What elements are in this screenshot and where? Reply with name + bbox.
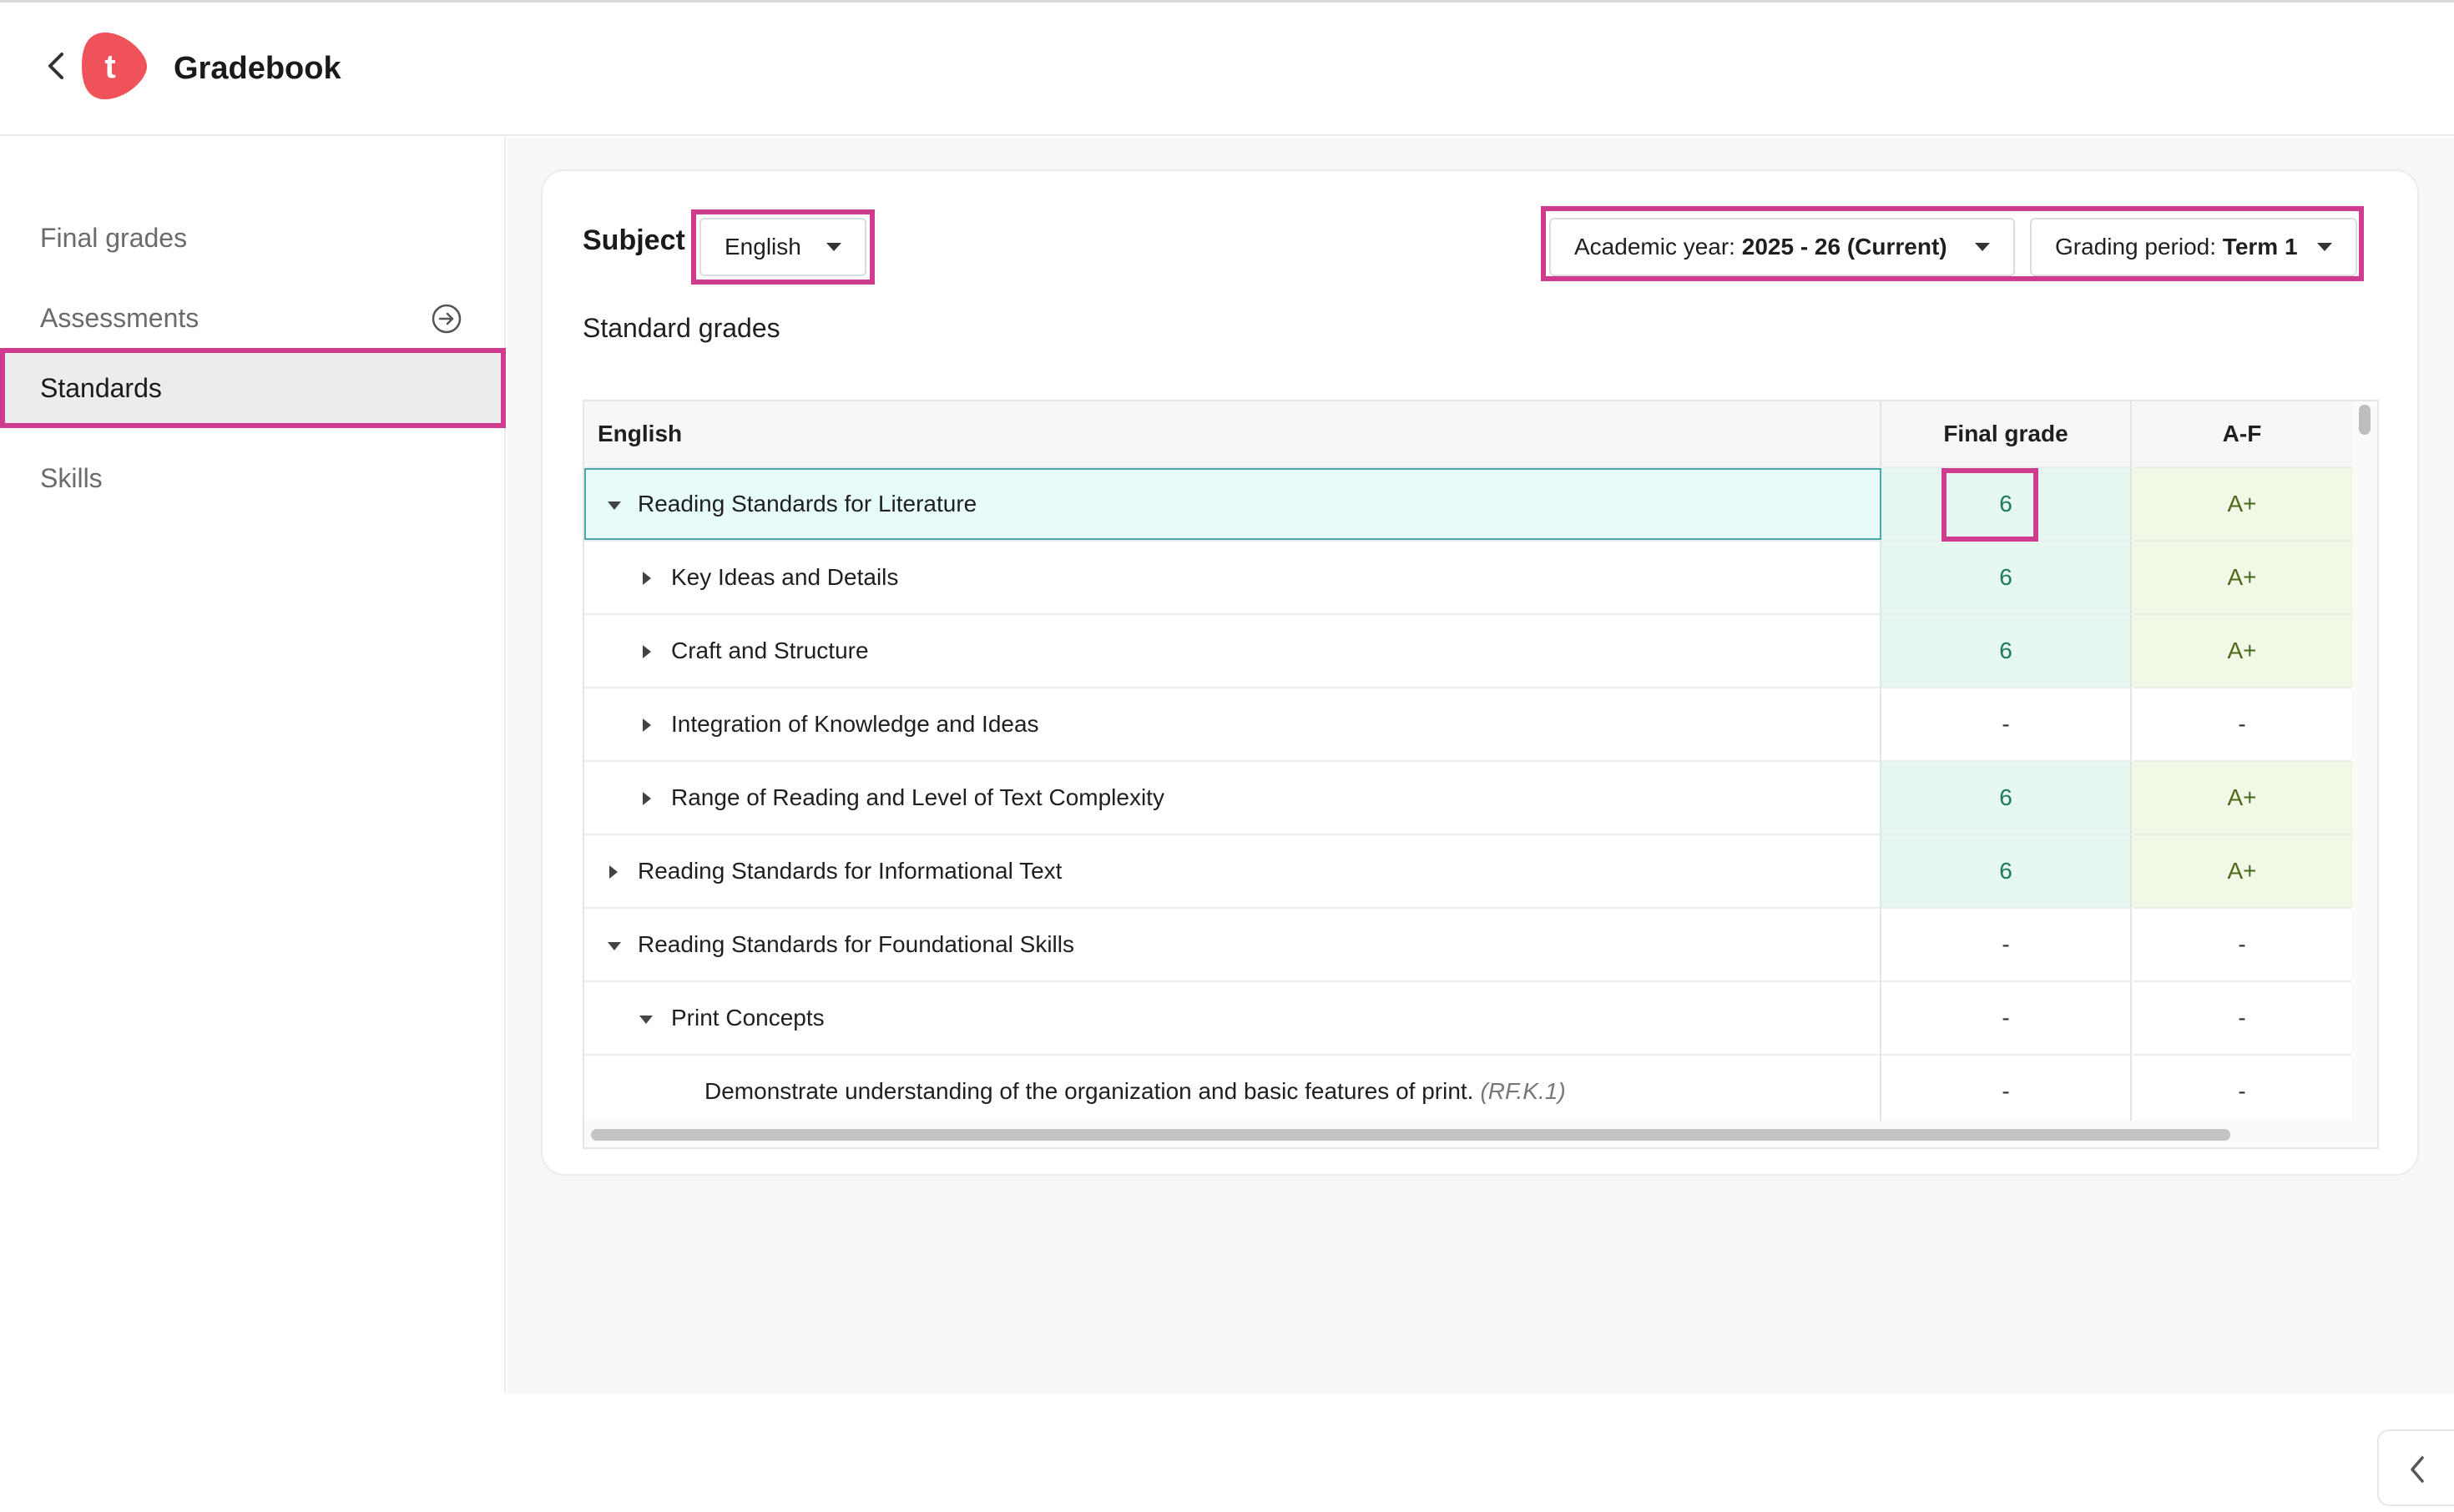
- row-name-cell[interactable]: Range of Reading and Level of Text Compl…: [584, 762, 1881, 834]
- final-grade-cell[interactable]: 6: [1881, 468, 2132, 540]
- row-name-cell[interactable]: Demonstrate understanding of the organiz…: [584, 1056, 1881, 1127]
- standards-table: English Final grade A-F Reading Standard…: [583, 400, 2379, 1149]
- vertical-scrollbar[interactable]: [2352, 401, 2377, 1147]
- column-header-af[interactable]: A-F: [2132, 401, 2352, 466]
- final-grade-cell[interactable]: 6: [1881, 835, 2132, 907]
- af-grade-cell[interactable]: -: [2132, 909, 2352, 980]
- row-name-cell[interactable]: Print Concepts: [584, 982, 1881, 1054]
- caret-down-icon[interactable]: [608, 501, 621, 510]
- row-label: Key Ideas and Details: [671, 564, 899, 590]
- column-header-english[interactable]: English: [584, 401, 1881, 466]
- row-name-cell[interactable]: Reading Standards for Foundational Skill…: [584, 909, 1881, 980]
- grading-period-label: Grading period:: [2055, 234, 2217, 260]
- af-grade-cell[interactable]: A+: [2132, 468, 2352, 540]
- af-grade-cell[interactable]: -: [2132, 688, 2352, 760]
- column-header-final-grade[interactable]: Final grade: [1881, 401, 2132, 466]
- row-label: Demonstrate understanding of the organiz…: [704, 1078, 1474, 1104]
- panel-toggle-button[interactable]: [2377, 1429, 2454, 1506]
- final-grade-cell[interactable]: -: [1881, 688, 2132, 760]
- final-grade-cell[interactable]: 6: [1881, 762, 2132, 834]
- sidebar-item-assessments[interactable]: Assessments: [0, 278, 506, 358]
- table-row[interactable]: Print Concepts - -: [584, 982, 2352, 1056]
- sidebar-item-final-grades[interactable]: Final grades: [0, 198, 506, 278]
- grading-period-select[interactable]: Grading period: Term 1: [2030, 218, 2357, 276]
- row-name-cell[interactable]: Reading Standards for Literature: [584, 468, 1881, 540]
- caret-right-icon[interactable]: [643, 718, 651, 732]
- subject-label: Subject: [583, 224, 685, 256]
- caret-right-icon[interactable]: [609, 865, 618, 879]
- caret-right-icon[interactable]: [643, 572, 651, 585]
- table-row[interactable]: Reading Standards for Informational Text…: [584, 835, 2352, 909]
- row-label: Craft and Structure: [671, 638, 869, 663]
- row-label: Print Concepts: [671, 1005, 825, 1031]
- sidebar-item-skills[interactable]: Skills: [0, 438, 506, 518]
- row-name-cell[interactable]: Reading Standards for Informational Text: [584, 835, 1881, 907]
- sidebar-item-label: Final grades: [40, 223, 188, 253]
- back-button[interactable]: [40, 46, 73, 86]
- row-label-wrap: Demonstrate understanding of the organiz…: [704, 1056, 1566, 1127]
- subject-select[interactable]: English: [699, 218, 866, 276]
- caret-down-icon: [1975, 243, 1990, 251]
- grading-period-value: Term 1: [2222, 234, 2298, 260]
- row-name-cell[interactable]: Integration of Knowledge and Ideas: [584, 688, 1881, 760]
- af-grade-cell[interactable]: -: [2132, 1056, 2352, 1127]
- sidebar-item-label: Standards: [40, 373, 162, 403]
- sidebar-item-label: Skills: [40, 463, 103, 493]
- academic-year-value: 2025 - 26 (Current): [1741, 234, 1947, 260]
- table-row[interactable]: Range of Reading and Level of Text Compl…: [584, 762, 2352, 835]
- caret-right-icon[interactable]: [643, 645, 651, 658]
- final-grade-cell[interactable]: -: [1881, 909, 2132, 980]
- caret-down-icon[interactable]: [608, 942, 621, 950]
- af-grade-cell[interactable]: A+: [2132, 542, 2352, 613]
- row-label: Reading Standards for Foundational Skill…: [638, 931, 1074, 957]
- app-logo: t: [80, 31, 149, 101]
- logo-letter: t: [104, 48, 115, 85]
- final-grade-cell[interactable]: 6: [1881, 542, 2132, 613]
- table-row[interactable]: Reading Standards for Literature 6 A+: [584, 468, 2352, 542]
- table-header-row: English Final grade A-F: [584, 401, 2352, 468]
- chevron-left-icon: [48, 53, 63, 79]
- final-grade-cell[interactable]: -: [1881, 1056, 2132, 1127]
- chevron-left-icon: [2411, 1456, 2424, 1483]
- horizontal-scrollbar[interactable]: [584, 1121, 2352, 1147]
- final-grade-cell[interactable]: 6: [1881, 615, 2132, 687]
- af-grade-cell[interactable]: A+: [2132, 835, 2352, 907]
- caret-down-icon: [2317, 243, 2332, 251]
- caret-down-icon: [826, 243, 841, 251]
- table-row[interactable]: Integration of Knowledge and Ideas - -: [584, 688, 2352, 762]
- row-name-cell[interactable]: Craft and Structure: [584, 615, 1881, 687]
- sidebar-item-standards[interactable]: Standards: [0, 348, 506, 428]
- row-label: Reading Standards for Literature: [638, 491, 977, 517]
- af-grade-cell[interactable]: A+: [2132, 762, 2352, 834]
- arrow-circle-right-icon[interactable]: [431, 303, 462, 335]
- standard-code: (RF.K.1): [1480, 1078, 1566, 1104]
- row-label: Reading Standards for Informational Text: [638, 858, 1063, 884]
- row-label: Range of Reading and Level of Text Compl…: [671, 784, 1164, 810]
- row-label: Integration of Knowledge and Ideas: [671, 711, 1039, 737]
- standards-card: Subject English Academic year: 2025 - 26…: [541, 169, 2419, 1176]
- af-grade-cell[interactable]: -: [2132, 982, 2352, 1054]
- table-row[interactable]: Demonstrate understanding of the organiz…: [584, 1056, 2352, 1129]
- app-header: t Gradebook: [0, 3, 2454, 136]
- page-title: Gradebook: [174, 51, 341, 86]
- horizontal-scroll-thumb[interactable]: [591, 1129, 2230, 1141]
- af-grade-cell[interactable]: A+: [2132, 615, 2352, 687]
- sidebar: Final grades Assessments Standards Skill…: [0, 138, 506, 1394]
- caret-right-icon[interactable]: [643, 792, 651, 805]
- academic-year-label: Academic year:: [1574, 234, 1735, 260]
- caret-down-icon[interactable]: [639, 1016, 653, 1024]
- sidebar-item-label: Assessments: [40, 303, 199, 333]
- row-name-cell[interactable]: Key Ideas and Details: [584, 542, 1881, 613]
- vertical-scroll-thumb[interactable]: [2359, 405, 2371, 435]
- table-row[interactable]: Key Ideas and Details 6 A+: [584, 542, 2352, 615]
- main-content: Subject English Academic year: 2025 - 26…: [507, 138, 2454, 1506]
- table-row[interactable]: Reading Standards for Foundational Skill…: [584, 909, 2352, 982]
- final-grade-cell[interactable]: -: [1881, 982, 2132, 1054]
- section-title: Standard grades: [583, 313, 780, 343]
- academic-year-select[interactable]: Academic year: 2025 - 26 (Current): [1549, 218, 2015, 276]
- table-row[interactable]: Craft and Structure 6 A+: [584, 615, 2352, 688]
- subject-select-value: English: [725, 234, 801, 260]
